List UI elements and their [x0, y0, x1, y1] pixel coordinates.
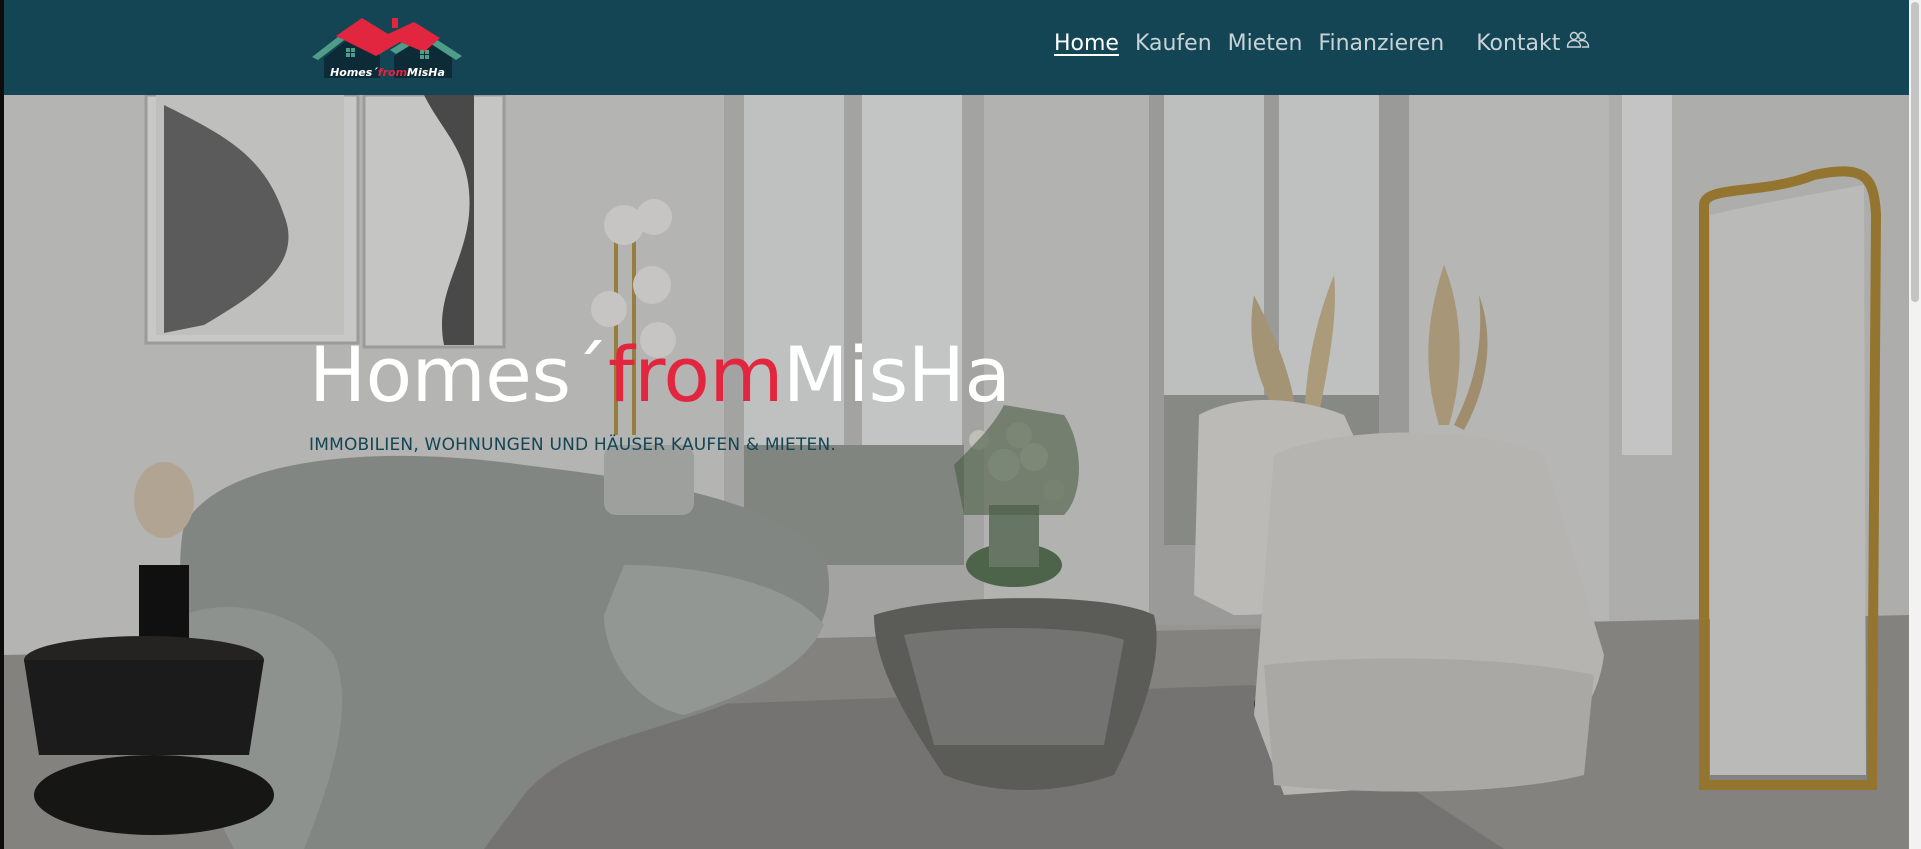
- hero-title-homes: Homes´: [309, 330, 609, 419]
- logo-text-misha: MisHa: [407, 66, 445, 79]
- site-logo[interactable]: Homes´fromMisHa: [310, 12, 465, 84]
- hero-title-from: from: [608, 330, 783, 419]
- site-header: Homes´fromMisHa Home Kaufen Mieten Finan…: [4, 0, 1909, 95]
- nav-item-finanzieren[interactable]: Finanzieren: [1318, 31, 1444, 57]
- logo-text-homes: Homes´: [330, 66, 378, 79]
- hero-title: Homes´fromMisHa: [309, 330, 1011, 419]
- logo-text-from: from: [377, 66, 408, 79]
- nav-item-home[interactable]: Home: [1054, 31, 1119, 57]
- hero-interior-image: [4, 95, 1909, 849]
- nav-item-mieten[interactable]: Mieten: [1228, 31, 1303, 57]
- scrollbar-track[interactable]: [1909, 0, 1921, 849]
- hero-title-misha: MisHa: [782, 330, 1011, 419]
- logo-wordmark: Homes´fromMisHa: [310, 66, 465, 79]
- nav-item-kontakt[interactable]: Kontakt: [1476, 30, 1590, 57]
- hero-section: Homes´fromMisHa IMMOBILIEN, WOHNUNGEN UN…: [4, 95, 1909, 849]
- nav-item-kaufen[interactable]: Kaufen: [1135, 31, 1212, 57]
- users-icon: [1566, 30, 1590, 57]
- hero-subtitle: IMMOBILIEN, WOHNUNGEN UND HÄUSER KAUFEN …: [309, 435, 836, 455]
- main-nav: Home Kaufen Mieten Finanzieren Kontakt: [1054, 30, 1590, 57]
- nav-item-kontakt-label: Kontakt: [1476, 30, 1561, 56]
- scrollbar-thumb[interactable]: [1911, 2, 1919, 302]
